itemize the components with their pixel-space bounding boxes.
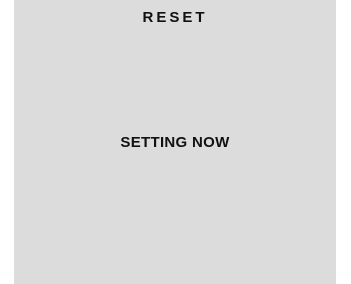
status-message: SETTING NOW [120, 134, 230, 151]
screen-title: RESET [142, 9, 208, 26]
reset-screen: RESET SETTING NOW [0, 0, 351, 284]
display-panel: RESET SETTING NOW [14, 0, 336, 284]
